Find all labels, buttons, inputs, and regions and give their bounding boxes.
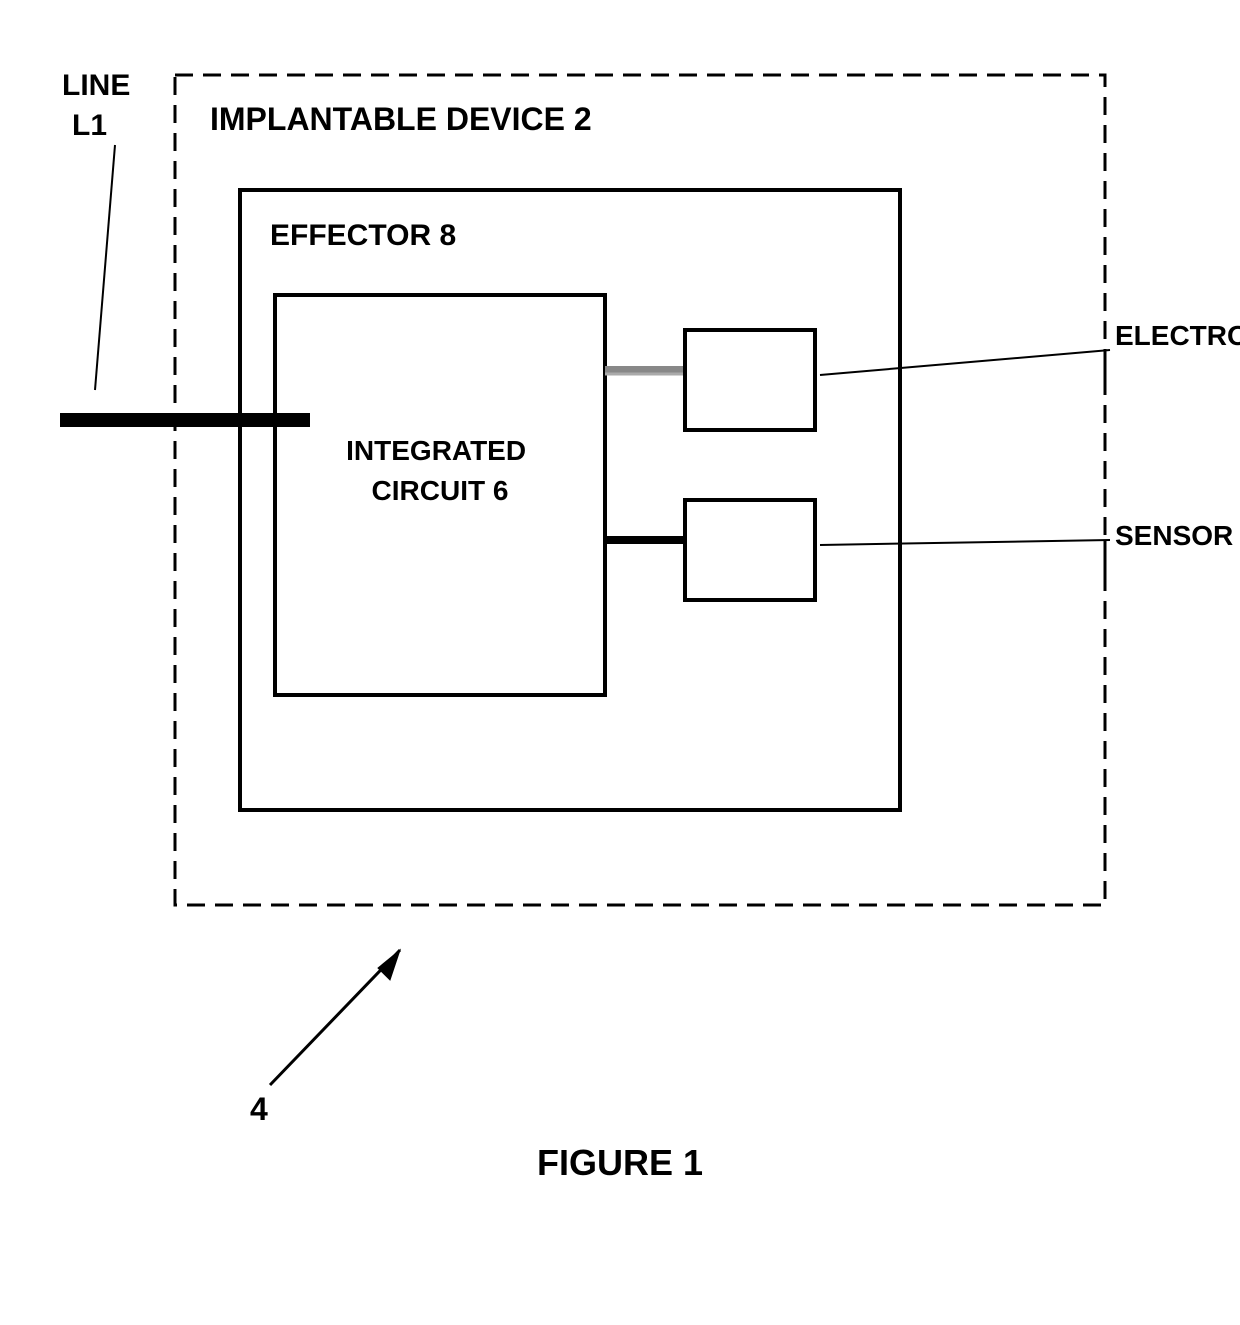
figure-title: FIGURE 1 [537,1142,703,1183]
line-number-label: L1 [72,109,107,142]
reference-arrowhead [378,950,400,980]
integrated-circuit-label: INTEGRATED CIRCUIT 6 [346,435,534,506]
line-l1-pointer [95,145,115,390]
electrode-pointer [820,350,1110,375]
sensor-label: SENSOR 18 [1115,520,1240,551]
electrode-label: ELECTRODE 16 [1115,320,1240,351]
sensor-box [685,500,815,600]
reference-number: 4 [250,1091,268,1127]
implantable-device-label: IMPLANTABLE DEVICE 2 [210,101,592,137]
sensor-pointer [820,540,1110,545]
diagram-container: IMPLANTABLE DEVICE 2 EFFECTOR 8 INTEGRAT… [0,0,1240,1320]
effector-label: EFFECTOR 8 [270,219,456,252]
electrode-box [685,330,815,430]
line-label: LINE [62,69,130,102]
implantable-device-box [175,75,1105,905]
